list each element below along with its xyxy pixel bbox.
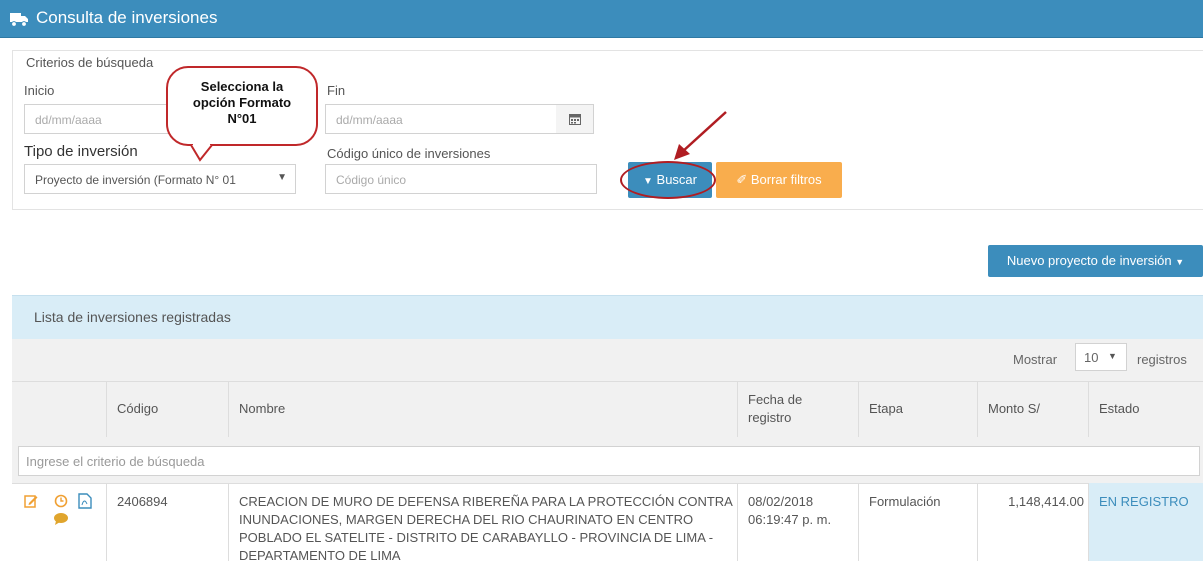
codigo-label: Código único de inversiones [327,146,491,161]
nuevo-label: Nuevo proyecto de inversión [1006,253,1172,268]
search-criteria-legend: Criterios de búsqueda [24,55,156,70]
comment-icon[interactable] [53,512,69,526]
table-search-input[interactable]: Ingrese el criterio de búsqueda [18,446,1200,476]
codigo-placeholder: Código único [336,173,407,187]
cell-monto: 1,148,414.00 [977,483,1088,561]
clock-icon[interactable] [54,494,68,508]
row-actions [22,493,102,533]
chevron-down-icon: ▼ [277,172,287,183]
fin-label: Fin [327,83,346,98]
col-nombre[interactable]: Nombre [228,382,737,438]
registros-label: registros [1137,352,1187,367]
tipo-inversion-select[interactable]: Proyecto de inversión (Formato N° 01 ▼ [24,164,296,194]
page-size-select[interactable]: 10 ▼ [1075,343,1127,371]
col-monto[interactable]: Monto S/ [977,382,1088,438]
title-bar: Consulta de inversiones [0,0,1203,38]
truck-icon [10,13,28,27]
chevron-down-icon: ▼ [1108,351,1117,361]
borrar-filtros-button[interactable]: ✐ Borrar filtros [716,162,842,198]
col-estado[interactable]: Estado [1088,382,1203,438]
page-size-value: 10 [1084,350,1099,365]
col-fecha[interactable]: Fecha de registro [737,382,858,438]
cell-nombre: CREACION DE MURO DE DEFENSA RIBEREÑA PAR… [228,483,737,561]
fin-calendar-button[interactable] [556,104,594,134]
callout-line-2: opción Formato [192,95,292,110]
eraser-icon: ✐ [736,172,748,187]
tipo-inversion-value: Proyecto de inversión (Formato N° 01 [35,173,236,187]
cell-estado: EN REGISTRO [1088,483,1203,561]
table-search-placeholder: Ingrese el criterio de búsqueda [26,454,205,469]
tipo-inversion-label: Tipo de inversión [24,143,138,160]
list-title: Lista de inversiones registradas [34,309,231,325]
inicio-label: Inicio [24,83,55,98]
fin-placeholder: dd/mm/aaaa [336,113,403,127]
calendar-icon [569,114,581,125]
callout-line-3: N°01 [227,111,257,126]
cell-etapa: Formulación [858,483,977,561]
nuevo-proyecto-button[interactable]: Nuevo proyecto de inversión ▼ [988,245,1203,277]
cell-codigo: 2406894 [106,483,228,561]
annotation-callout: Selecciona la opción Formato N°01 [166,66,318,146]
status-badge: EN REGISTRO [1099,494,1189,509]
list-header: Lista de inversiones registradas [12,295,1203,339]
codigo-unico-input[interactable]: Código único [325,164,597,194]
table-header: Código Nombre Fecha de registro Etapa Mo… [12,381,1203,438]
col-codigo[interactable]: Código [106,382,228,438]
borrar-label: Borrar filtros [750,172,822,187]
col-etapa[interactable]: Etapa [858,382,977,438]
callout-tail [190,144,213,162]
annotation-arrow-buscar [674,111,727,160]
fin-date-input[interactable]: dd/mm/aaaa [325,104,557,134]
inicio-placeholder: dd/mm/aaaa [35,113,102,127]
cell-fecha: 08/02/2018 06:19:47 p. m. [737,483,858,561]
mostrar-label: Mostrar [1013,352,1058,367]
page-title: Consulta de inversiones [36,8,218,27]
pdf-icon[interactable] [78,493,92,509]
callout-line-1: Selecciona la [200,79,284,94]
edit-icon[interactable] [24,494,38,508]
caret-down-icon: ▼ [1175,257,1185,267]
